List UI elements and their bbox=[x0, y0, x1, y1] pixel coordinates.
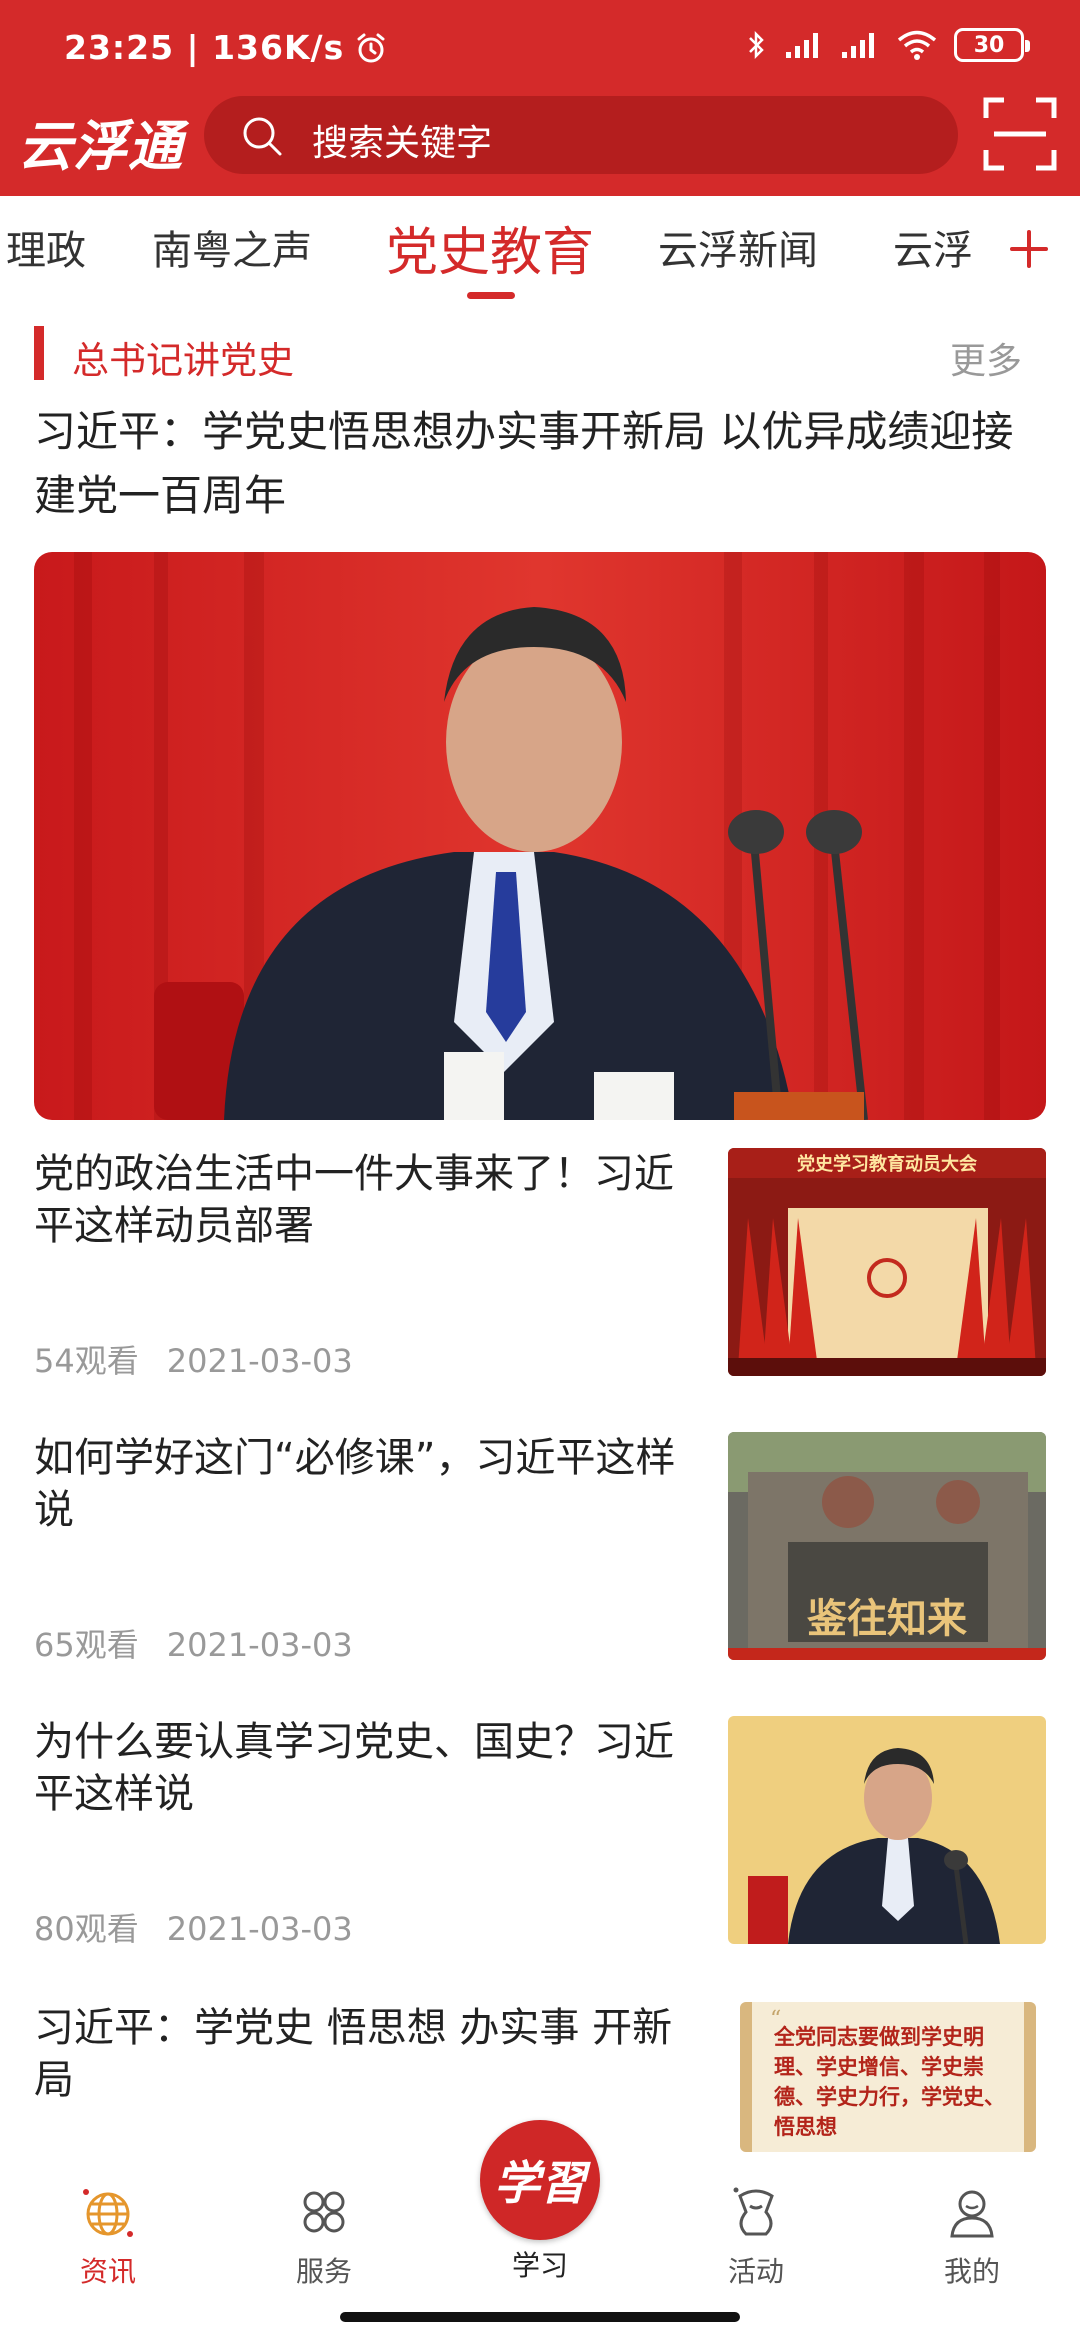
status-bar: 23:25 | 136K/s 30 bbox=[0, 0, 1080, 96]
more-link[interactable]: 更多 bbox=[950, 332, 1022, 384]
publish-date: 2021-03-03 bbox=[166, 1910, 353, 1948]
article-title: 党的政治生活中一件大事来了！习近平这样动员部署 bbox=[34, 1151, 674, 1249]
search-icon bbox=[243, 117, 282, 156]
bluetooth-icon bbox=[749, 30, 764, 60]
article-meta: 65观看 2021-03-03 bbox=[34, 1620, 353, 1666]
add-channel-icon[interactable] bbox=[1006, 226, 1052, 272]
status-left: 23:25 | 136K/s bbox=[64, 28, 388, 67]
article-title: 如何学好这门“必修课”，习近平这样说 bbox=[34, 1435, 676, 1533]
search-placeholder: 搜索关键字 bbox=[312, 123, 493, 164]
services-grid-icon bbox=[303, 2191, 345, 2233]
list-item[interactable]: 党的政治生活中一件大事来了！习近平这样动员部署 54观看 2021-03-03 党… bbox=[0, 1148, 1080, 1418]
list-item[interactable]: 如何学好这门“必修课”，习近平这样说 65观看 2021-03-03 鉴往知来 bbox=[0, 1432, 1080, 1702]
nav-news[interactable]: 资讯 bbox=[38, 2182, 178, 2290]
globe-icon bbox=[83, 2189, 133, 2237]
channel-tabs: 理政 南粤之声 党史教育 云浮新闻 云浮 bbox=[0, 196, 1080, 306]
view-count: 54观看 bbox=[34, 1342, 139, 1380]
thumb-speaker-photo bbox=[728, 1716, 1046, 1944]
study-badge-text: 学習 bbox=[494, 2156, 586, 2210]
article-thumbnail: 鉴往知来 bbox=[728, 1432, 1046, 1660]
nav-activities-label: 活动 bbox=[727, 2255, 784, 2288]
thumb-caption: 鉴往知来 bbox=[807, 1595, 967, 1642]
tab-active-indicator bbox=[467, 292, 515, 299]
tab-strip: 理政 南粤之声 党史教育 云浮新闻 云浮 bbox=[0, 196, 994, 306]
featured-article-image[interactable] bbox=[34, 552, 1046, 1120]
featured-photo bbox=[34, 552, 1046, 1120]
scan-icon[interactable] bbox=[982, 96, 1058, 172]
publish-date: 2021-03-03 bbox=[166, 1626, 353, 1664]
app-header: 23:25 | 136K/s 30 云浮通 搜索关键字 bbox=[0, 0, 1080, 196]
battery-level: 30 bbox=[973, 32, 1005, 58]
thumb-party-conference: 党史学习教育动员大会 bbox=[728, 1148, 1046, 1376]
nav-study-button[interactable]: 学習 bbox=[480, 2120, 600, 2240]
article-thumbnail: “ 全党同志要做到学史明理、学史增信、学史崇德、学史力行，学党史、悟思想 bbox=[740, 2002, 1036, 2152]
nav-activities[interactable]: 活动 bbox=[686, 2182, 826, 2290]
signal-icon bbox=[786, 33, 818, 58]
featured-article-title[interactable]: 习近平：学党史悟思想办实事开新局 以优异成绩迎接建党一百周年 bbox=[34, 400, 1046, 528]
status-icons: 30 bbox=[746, 28, 1030, 62]
section-accent-bar bbox=[34, 326, 44, 380]
search-input[interactable]: 搜索关键字 bbox=[204, 96, 958, 174]
thumb-caption: 党史学习教育动员大会 bbox=[797, 1153, 977, 1175]
thumb-caption: 全党同志要做到学史明理、学史增信、学史崇德、学史力行，学党史、悟思想 bbox=[774, 2025, 1005, 2139]
nav-services-label: 服务 bbox=[295, 2255, 352, 2288]
app-logo: 云浮通 bbox=[18, 115, 183, 178]
wifi-icon bbox=[897, 30, 937, 60]
app-bar: 云浮通 搜索关键字 bbox=[0, 96, 1080, 196]
nav-services[interactable]: 服务 bbox=[254, 2182, 394, 2290]
tab-yunfu-news[interactable]: 云浮新闻 bbox=[658, 218, 818, 276]
nav-mine[interactable]: 我的 bbox=[902, 2182, 1042, 2290]
list-item[interactable]: 为什么要认真学习党史、国史？习近平这样说 80观看 2021-03-03 bbox=[0, 1716, 1080, 1986]
article-thumbnail: 党史学习教育动员大会 bbox=[728, 1148, 1046, 1376]
nav-news-label: 资讯 bbox=[79, 2255, 136, 2288]
alarm-clock-icon bbox=[357, 33, 385, 62]
activities-icon bbox=[733, 2187, 774, 2236]
tab-yunfu[interactable]: 云浮 bbox=[893, 218, 973, 276]
nav-mine-label: 我的 bbox=[943, 2255, 1000, 2288]
user-profile-icon bbox=[950, 2190, 994, 2238]
status-time-speed: 23:25 | 136K/s bbox=[64, 28, 345, 67]
article-thumbnail bbox=[728, 1716, 1046, 1944]
article-meta: 54观看 2021-03-03 bbox=[34, 1336, 353, 1382]
section-title: 总书记讲党史 bbox=[72, 339, 294, 382]
home-indicator[interactable] bbox=[340, 2312, 740, 2322]
article-title: 习近平：学党史 悟思想 办实事 开新局 bbox=[34, 2005, 673, 2103]
article-meta: 80观看 2021-03-03 bbox=[34, 1904, 353, 1950]
tab-lizheng[interactable]: 理政 bbox=[6, 218, 86, 276]
quote-text: 全党同志要做到学史明理、学史增信、学史崇德、学史力行，学党史、悟思想 bbox=[774, 2025, 1005, 2139]
view-count: 80观看 bbox=[34, 1910, 139, 1948]
battery-indicator: 30 bbox=[954, 28, 1030, 62]
article-title: 为什么要认真学习党史、国史？习近平这样说 bbox=[34, 1719, 674, 1817]
section-header: 总书记讲党史 更多 bbox=[34, 326, 1046, 382]
publish-date: 2021-03-03 bbox=[166, 1342, 353, 1380]
tab-nanyue-zhisheng[interactable]: 南粤之声 bbox=[152, 218, 312, 276]
thumb-memorial-building: 鉴往知来 bbox=[728, 1432, 1046, 1660]
signal-icon-2 bbox=[842, 33, 874, 58]
nav-study-label[interactable]: 学习 bbox=[470, 2244, 610, 2284]
thumb-quote-card: “ 全党同志要做到学史明理、学史增信、学史崇德、学史力行，学党史、悟思想 bbox=[740, 2002, 1036, 2152]
tab-party-history[interactable]: 党史教育 bbox=[386, 210, 594, 285]
view-count: 65观看 bbox=[34, 1626, 139, 1664]
